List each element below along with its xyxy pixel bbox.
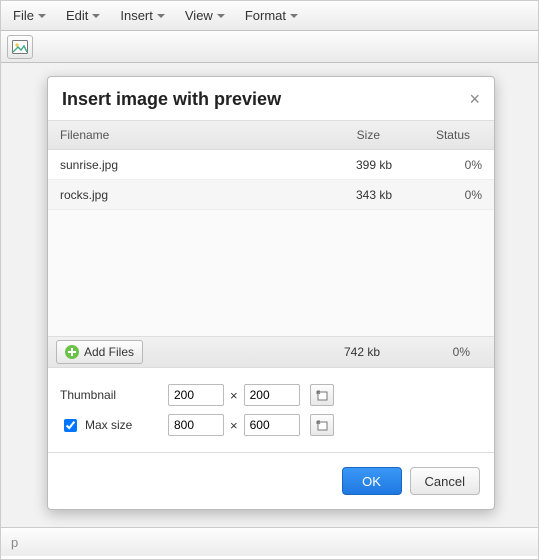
chevron-down-icon bbox=[290, 14, 298, 18]
ok-button[interactable]: OK bbox=[342, 467, 402, 495]
close-icon[interactable]: × bbox=[469, 89, 480, 110]
col-size: Size bbox=[290, 128, 390, 142]
chevron-down-icon bbox=[157, 14, 165, 18]
file-name: sunrise.jpg bbox=[60, 158, 302, 172]
statusbar: p bbox=[1, 528, 538, 556]
file-row[interactable]: rocks.jpg 343 kb 0% bbox=[48, 180, 494, 210]
maxsize-checkbox[interactable] bbox=[64, 419, 77, 432]
chevron-down-icon bbox=[38, 14, 46, 18]
add-files-label: Add Files bbox=[84, 345, 134, 359]
menu-label: Format bbox=[245, 8, 286, 23]
file-list[interactable]: sunrise.jpg 399 kb 0% rocks.jpg 343 kb 0… bbox=[48, 150, 494, 336]
maxsize-width-input[interactable] bbox=[168, 414, 224, 436]
toolbar bbox=[1, 31, 538, 63]
maxsize-height-input[interactable] bbox=[244, 414, 300, 436]
file-list-footer: Add Files 742 kb 0% bbox=[48, 336, 494, 368]
file-name: rocks.jpg bbox=[60, 188, 302, 202]
maxsize-row: Max size × bbox=[60, 410, 482, 440]
times-icon: × bbox=[230, 388, 238, 403]
menu-view[interactable]: View bbox=[175, 1, 235, 30]
add-icon bbox=[65, 345, 79, 359]
menu-label: View bbox=[185, 8, 213, 23]
menu-file[interactable]: File bbox=[3, 1, 56, 30]
col-status: Status bbox=[390, 128, 470, 142]
thumbnail-height-input[interactable] bbox=[244, 384, 300, 406]
maxsize-preview-button[interactable] bbox=[310, 414, 334, 436]
dialog-title: Insert image with preview bbox=[62, 89, 281, 110]
menubar: File Edit Insert View Format bbox=[1, 1, 538, 31]
menu-label: Insert bbox=[120, 8, 153, 23]
total-size: 742 kb bbox=[290, 345, 390, 359]
preview-icon bbox=[314, 388, 330, 402]
insert-image-dialog: Insert image with preview × Filename Siz… bbox=[47, 76, 495, 510]
dialog-header: Insert image with preview × bbox=[48, 77, 494, 120]
thumbnail-row: Thumbnail × bbox=[60, 380, 482, 410]
thumbnail-label: Thumbnail bbox=[60, 388, 116, 402]
menu-edit[interactable]: Edit bbox=[56, 1, 110, 30]
col-filename: Filename bbox=[60, 128, 290, 142]
menu-insert[interactable]: Insert bbox=[110, 1, 175, 30]
file-progress: 0% bbox=[402, 158, 482, 172]
cancel-button[interactable]: Cancel bbox=[410, 467, 480, 495]
times-icon: × bbox=[230, 418, 238, 433]
dialog-buttons: OK Cancel bbox=[48, 453, 494, 509]
thumbnail-preview-button[interactable] bbox=[310, 384, 334, 406]
image-icon bbox=[12, 40, 28, 54]
file-list-header: Filename Size Status bbox=[48, 120, 494, 150]
menu-label: File bbox=[13, 8, 34, 23]
element-path[interactable]: p bbox=[11, 535, 18, 550]
maxsize-label: Max size bbox=[85, 418, 132, 432]
file-size: 399 kb bbox=[302, 158, 402, 172]
file-size: 343 kb bbox=[302, 188, 402, 202]
file-progress: 0% bbox=[402, 188, 482, 202]
menu-format[interactable]: Format bbox=[235, 1, 308, 30]
add-files-button[interactable]: Add Files bbox=[56, 340, 143, 364]
preview-icon bbox=[314, 418, 330, 432]
total-progress: 0% bbox=[390, 345, 470, 359]
file-row[interactable]: sunrise.jpg 399 kb 0% bbox=[48, 150, 494, 180]
thumbnail-width-input[interactable] bbox=[168, 384, 224, 406]
image-options: Thumbnail × Max size × bbox=[48, 368, 494, 453]
chevron-down-icon bbox=[217, 14, 225, 18]
menu-label: Edit bbox=[66, 8, 88, 23]
chevron-down-icon bbox=[92, 14, 100, 18]
insert-image-button[interactable] bbox=[7, 35, 33, 59]
